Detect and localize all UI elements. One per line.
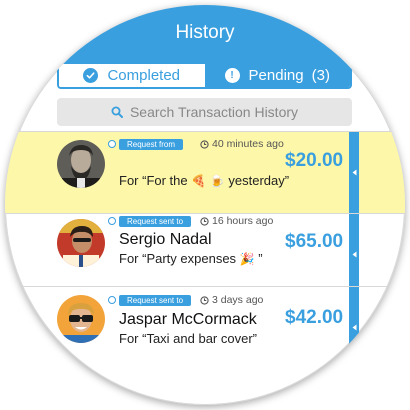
pizza-emoji: 🍕: [191, 174, 207, 188]
timestamp-label: 3 days ago: [212, 294, 264, 306]
tab-completed-label: Completed: [107, 67, 181, 84]
contact-name: Sergio Nadal: [119, 231, 212, 248]
chevron-left-icon: [352, 251, 356, 257]
request-type-badge: Request sent to: [119, 216, 192, 227]
tab-pending[interactable]: ! Pending (3): [204, 64, 350, 87]
timestamp: 40 minutes ago: [200, 138, 284, 150]
chevron-left-icon: [352, 169, 356, 176]
timestamp-label: 16 hours ago: [212, 215, 274, 227]
note-text-prefix: For “Party expenses: [119, 251, 237, 266]
header-bar: History: [5, 5, 405, 62]
status-dot: [108, 140, 116, 148]
search-placeholder: Search Transaction History: [129, 104, 299, 120]
avatar: [57, 295, 105, 343]
status-segmented-control: Completed ! Pending (3): [57, 62, 352, 89]
note-text-prefix: For “For the: [119, 173, 188, 188]
status-dot: [108, 296, 116, 304]
transaction-note: For “Party expenses 🎉 ”: [119, 251, 263, 266]
timestamp-label: 40 minutes ago: [212, 138, 284, 150]
clock-icon: [200, 295, 209, 305]
contact-name: Jaspar McCormack: [119, 311, 257, 328]
tab-completed[interactable]: Completed: [59, 64, 205, 87]
row-expand-handle[interactable]: [349, 287, 359, 367]
timestamp: 16 hours ago: [200, 215, 273, 227]
transaction-row[interactable]: Request from 40 minutes ago $20.00 For “…: [5, 132, 405, 213]
clock-icon: [200, 139, 209, 149]
note-text-suffix: yesterday”: [228, 173, 290, 188]
row-expand-handle[interactable]: [349, 132, 359, 213]
timestamp: 3 days ago: [200, 294, 263, 306]
check-icon: [83, 68, 99, 83]
note-text-suffix: ”: [258, 251, 263, 266]
avatar: [57, 140, 105, 188]
search-input[interactable]: Search Transaction History: [57, 98, 352, 126]
avatar: [57, 219, 105, 267]
chevron-left-icon: [352, 324, 356, 330]
request-type-badge: Request sent to: [119, 295, 192, 306]
transaction-amount: $42.00: [285, 307, 344, 328]
transaction-amount: $20.00: [285, 150, 344, 171]
app-screen: History Completed ! Pending (3) Search T…: [5, 5, 405, 405]
exclamation-icon: !: [224, 68, 240, 83]
search-icon: [111, 106, 123, 118]
page-title: History: [175, 22, 235, 43]
beer-emoji: 🍺: [209, 174, 225, 188]
app-screen-lens: History Completed ! Pending (3) Search T…: [5, 5, 405, 405]
transaction-row[interactable]: Request sent to 3 days ago Jaspar McCorm…: [5, 287, 405, 368]
transaction-row[interactable]: Request sent to 16 hours ago Sergio Nada…: [5, 214, 405, 295]
tab-pending-count: (3): [311, 67, 330, 84]
row-expand-handle[interactable]: [349, 214, 359, 294]
transaction-note: For “Taxi and bar cover”: [119, 331, 257, 346]
transaction-amount: $65.00: [285, 231, 344, 252]
status-dot: [108, 217, 116, 225]
transaction-note: For “For the 🍕 🍺 yesterday”: [119, 173, 289, 188]
clock-icon: [200, 216, 209, 226]
tab-pending-label: Pending: [248, 67, 304, 84]
party-popper-emoji: 🎉: [239, 252, 255, 266]
request-type-badge: Request from: [119, 139, 184, 150]
